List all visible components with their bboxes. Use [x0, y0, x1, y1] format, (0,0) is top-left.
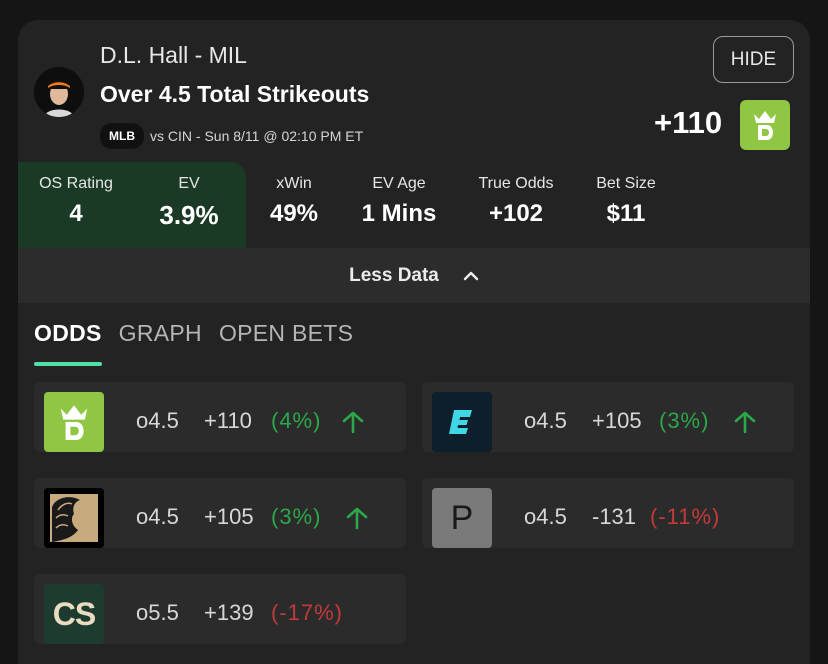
stat-label: Bet Size [596, 175, 656, 192]
less-data-label: Less Data [349, 264, 439, 286]
book-line: o4.5 [524, 504, 567, 529]
stat-value: +102 [488, 200, 544, 227]
book-line: o4.5 [524, 408, 567, 433]
less-data-toggle[interactable]: Less Data [18, 248, 810, 303]
book-line: o4.5 [136, 408, 179, 433]
tab-odds[interactable]: ODDS [34, 320, 102, 366]
hide-button[interactable]: HIDE [713, 36, 794, 83]
player-name: D.L. Hall - MIL [100, 42, 247, 68]
book-row-draftkings[interactable]: o4.5 +110 (4%) [34, 382, 406, 452]
book-pct: (3%) [659, 408, 710, 433]
book-pct: (-11%) [650, 504, 721, 529]
espnbet-icon [432, 392, 492, 452]
stat-label: OS Rating [39, 175, 113, 192]
arrow-up-icon [734, 411, 756, 434]
stat-label: EV [178, 175, 200, 192]
book-row-betmgm[interactable]: o4.5 +105 (3%) [34, 478, 406, 548]
arrow-up-icon [346, 507, 368, 530]
game-meta: MLB vs CIN - Sun 8/11 @ 02:10 PM ET [100, 123, 363, 149]
book-price: +139 [204, 600, 254, 625]
stat-true-odds: True Odds +102 [456, 162, 576, 248]
book-pct: (-17%) [271, 600, 344, 625]
stat-value: 1 Mins [361, 200, 437, 227]
arrow-up-icon [342, 411, 364, 434]
tab-graph[interactable]: GRAPH [119, 320, 202, 366]
stat-ev-age: EV Age 1 Mins [342, 162, 456, 248]
market-title: Over 4.5 Total Strikeouts [100, 81, 370, 107]
book-line: o5.5 [136, 600, 179, 625]
league-badge: MLB [100, 123, 144, 149]
caesars-cs-icon: CS [44, 584, 104, 644]
book-price: +105 [592, 408, 642, 433]
stat-label: EV Age [372, 175, 426, 192]
tab-bar: ODDS GRAPH OPEN BETS [34, 320, 370, 366]
stat-value: $11 [606, 200, 646, 227]
player-avatar [34, 67, 84, 117]
stat-label: xWin [276, 175, 312, 192]
stat-value: 49% [269, 200, 319, 227]
book-price: +105 [204, 504, 254, 529]
p-letter: P [450, 498, 474, 537]
p-letter-icon: P [432, 488, 492, 548]
betmgm-lion-icon [44, 488, 104, 548]
book-line: o4.5 [136, 504, 179, 529]
book-row-espnbet[interactable]: o4.5 +105 (3%) [422, 382, 794, 452]
book-price: -131 [592, 504, 637, 529]
game-info: vs CIN - Sun 8/11 @ 02:10 PM ET [150, 128, 364, 144]
draftkings-crown-icon[interactable] [740, 100, 790, 150]
stats-strip: OS Rating 4 EV 3.9% xWin 49% EV Age 1 Mi… [18, 162, 810, 248]
draftkings-icon [44, 392, 104, 452]
bet-card: D.L. Hall - MIL Over 4.5 Total Strikeout… [18, 20, 810, 664]
book-pct: (3%) [271, 504, 322, 529]
stat-os-rating: OS Rating 4 [20, 162, 132, 248]
tab-open-bets[interactable]: OPEN BETS [219, 320, 353, 366]
stat-ev: EV 3.9% [132, 162, 246, 248]
stat-xwin: xWin 49% [246, 162, 342, 248]
book-price: +110 [204, 408, 252, 433]
caesars-letters: CS [52, 595, 96, 632]
stat-value: 4 [69, 200, 83, 227]
book-row-caesars[interactable]: CS o5.5 +139 (-17%) [34, 574, 406, 644]
book-row-p[interactable]: P o4.5 -131 (-11%) [422, 478, 794, 548]
book-pct: (4%) [271, 408, 322, 433]
stat-label: True Odds [478, 175, 554, 192]
stat-bet-size: Bet Size $11 [576, 162, 676, 248]
chevron-up-icon [463, 271, 479, 280]
headline-odds: +110 [654, 105, 723, 140]
stat-value: 3.9% [159, 200, 219, 230]
